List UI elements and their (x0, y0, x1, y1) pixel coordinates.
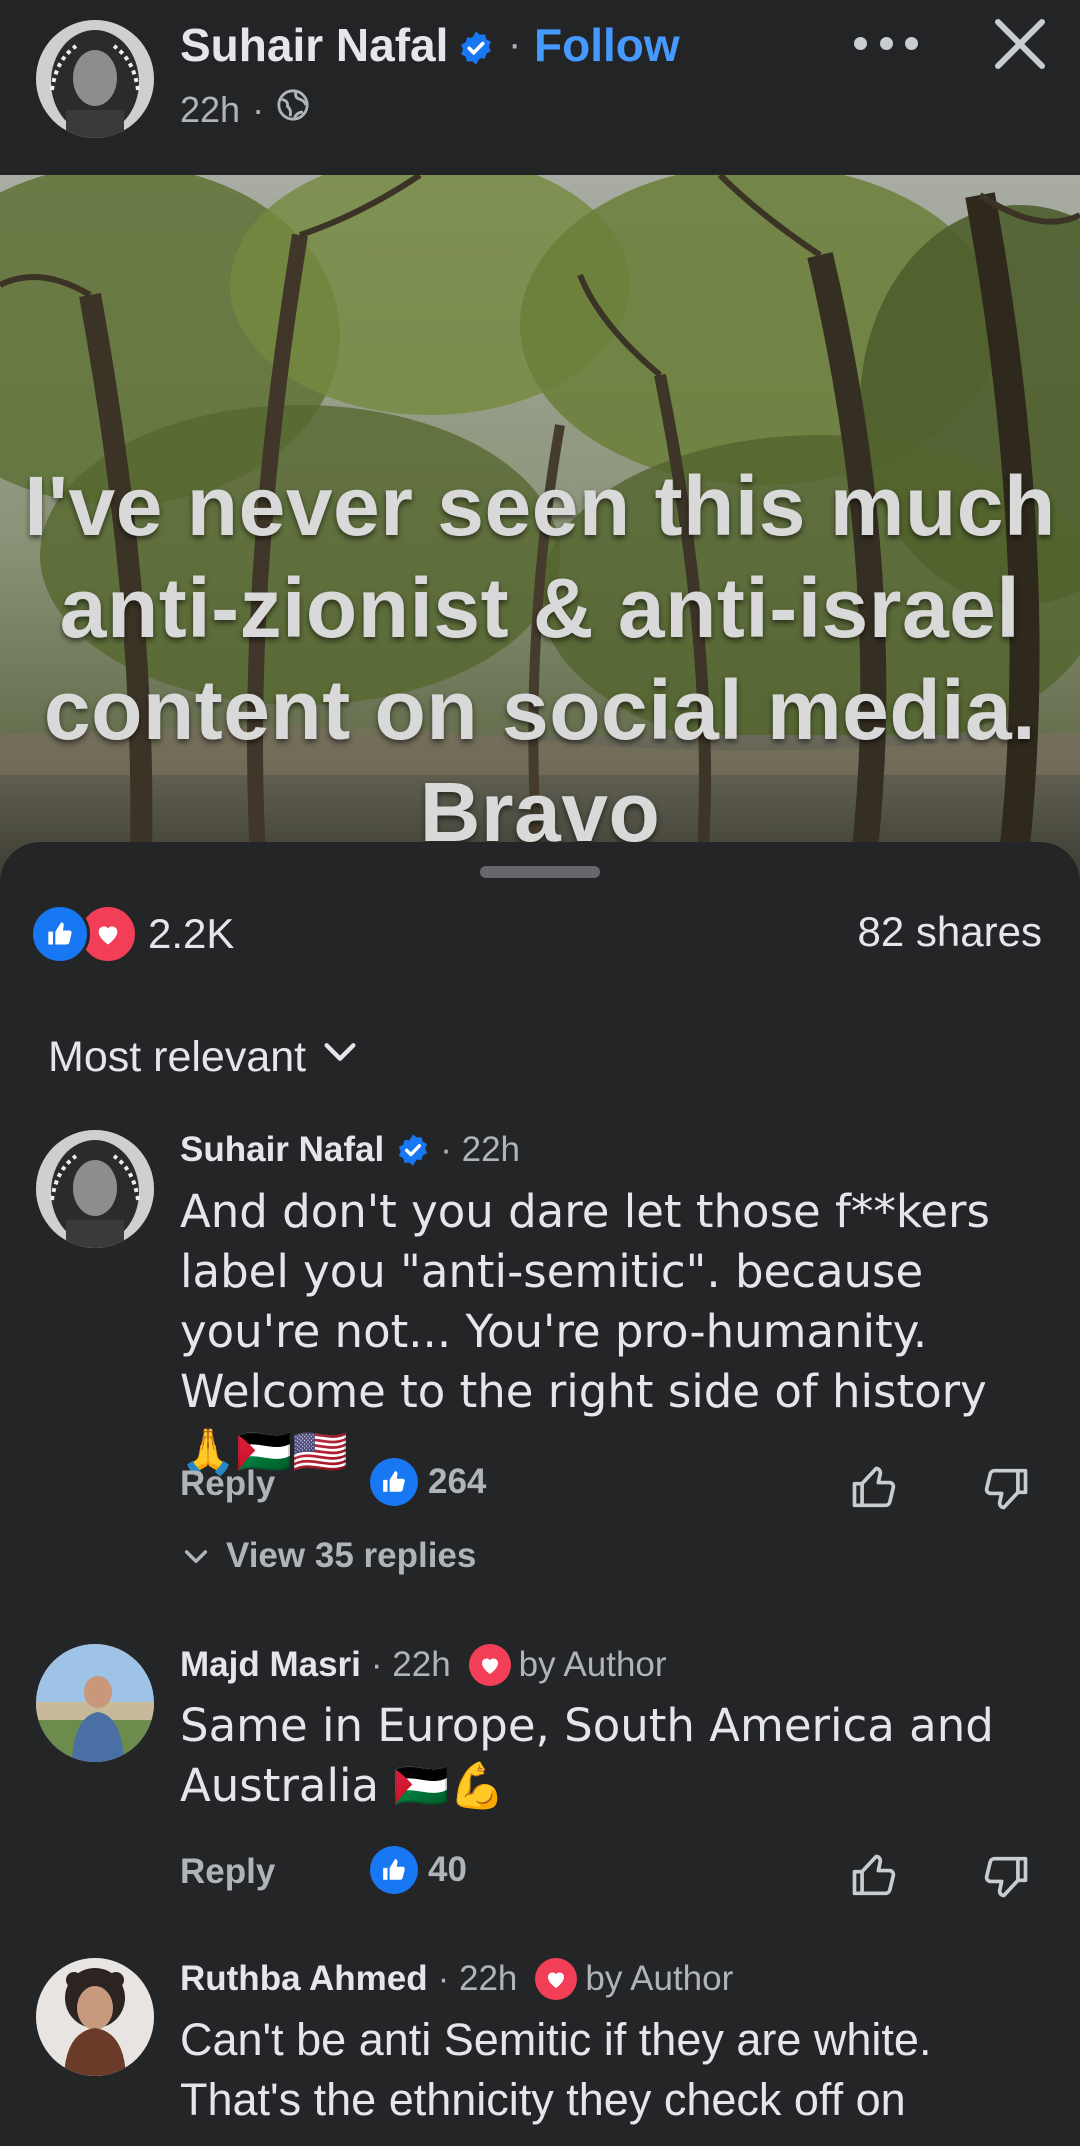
author-avatar[interactable] (36, 20, 154, 138)
comment-header: Majd Masri · 22h by Author (180, 1644, 667, 1686)
commenter-avatar[interactable] (36, 1644, 154, 1762)
comment-item: Ruthba Ahmed · 22h by Author Can't be an… (0, 1958, 1080, 2146)
reactions-summary[interactable]: 2.2K (30, 904, 234, 964)
author-reacted-badge: by Author (535, 1958, 733, 2000)
more-options-icon[interactable] (854, 28, 918, 58)
post-meta: 22h · (180, 88, 310, 131)
follow-separator: · (508, 22, 522, 66)
reply-button[interactable]: Reply (180, 1464, 275, 1504)
close-icon[interactable] (990, 14, 1050, 74)
thumbs-up-icon[interactable] (848, 1850, 900, 1907)
comment-like-count: 264 (428, 1462, 487, 1501)
shares-count[interactable]: 82 shares (858, 908, 1042, 956)
globe-icon (276, 88, 310, 131)
love-icon (468, 1644, 511, 1686)
like-reaction-icon (370, 1846, 418, 1894)
comment-text: Can't be anti Semitic if they are white.… (180, 2014, 932, 2125)
comment-like-summary[interactable]: 264 (370, 1458, 486, 1506)
thumbs-down-icon[interactable] (980, 1462, 1032, 1519)
sort-dropdown[interactable]: Most relevant (48, 1032, 360, 1083)
comment-time: · 22h (440, 1130, 521, 1169)
reaction-count: 2.2K (148, 910, 235, 957)
reply-button[interactable]: Reply (180, 1852, 275, 1892)
thumbs-down-icon[interactable] (980, 1850, 1032, 1907)
verified-badge-icon (396, 1133, 430, 1167)
post-time: 22h (180, 88, 241, 130)
comment-time: · 22h (370, 1645, 451, 1684)
comment-text: And don't you dare let those f**kers lab… (180, 1185, 990, 1478)
author-reacted-badge: by Author (468, 1644, 667, 1686)
comment-header: Suhair Nafal · 22h (180, 1130, 520, 1170)
comment-header: Ruthba Ahmed · 22h by Author (180, 1958, 733, 2000)
chevron-down-icon (320, 1032, 360, 1083)
commenter-name[interactable]: Ruthba Ahmed (180, 1959, 428, 1999)
meta-separator: · (252, 88, 265, 130)
chevron-down-icon (180, 1540, 212, 1572)
comment-text: Same in Europe, South America and Austra… (180, 1699, 994, 1812)
post-header: Suhair Nafal · Follow 22h · (0, 0, 1080, 175)
comment-actions: Reply 264 (180, 1458, 1050, 1518)
view-replies-label: View 35 replies (226, 1536, 477, 1575)
post-image[interactable]: I've never seen this much anti-zionist &… (0, 175, 1080, 890)
sort-label: Most relevant (48, 1033, 307, 1081)
view-replies-button[interactable]: View 35 replies (180, 1536, 476, 1576)
by-author-label: by Author (585, 1959, 734, 1998)
comment-like-count: 40 (428, 1850, 467, 1889)
love-icon (535, 1958, 578, 2000)
commenter-avatar[interactable] (36, 1958, 154, 2076)
verified-badge-icon (458, 30, 494, 71)
post-overlay-text: I've never seen this much anti-zionist &… (24, 459, 1056, 859)
comment-actions: Reply 40 (180, 1846, 1050, 1906)
like-reaction-icon (30, 904, 90, 964)
like-reaction-icon (370, 1458, 418, 1506)
commenter-name[interactable]: Suhair Nafal (180, 1130, 384, 1170)
commenter-name[interactable]: Majd Masri (180, 1645, 361, 1685)
author-name[interactable]: Suhair Nafal (180, 18, 448, 72)
thumbs-up-icon[interactable] (848, 1462, 900, 1519)
by-author-label: by Author (518, 1645, 667, 1684)
comment-item: Suhair Nafal · 22h And don't you dare le… (0, 1130, 1080, 1580)
drag-handle[interactable] (480, 866, 600, 878)
comment-like-summary[interactable]: 40 (370, 1846, 467, 1894)
comment-item: Majd Masri · 22h by Author Same in Europ… (0, 1644, 1080, 1898)
commenter-avatar[interactable] (36, 1130, 154, 1248)
follow-button[interactable]: Follow (534, 18, 680, 72)
comment-time: · 22h (437, 1959, 518, 1998)
